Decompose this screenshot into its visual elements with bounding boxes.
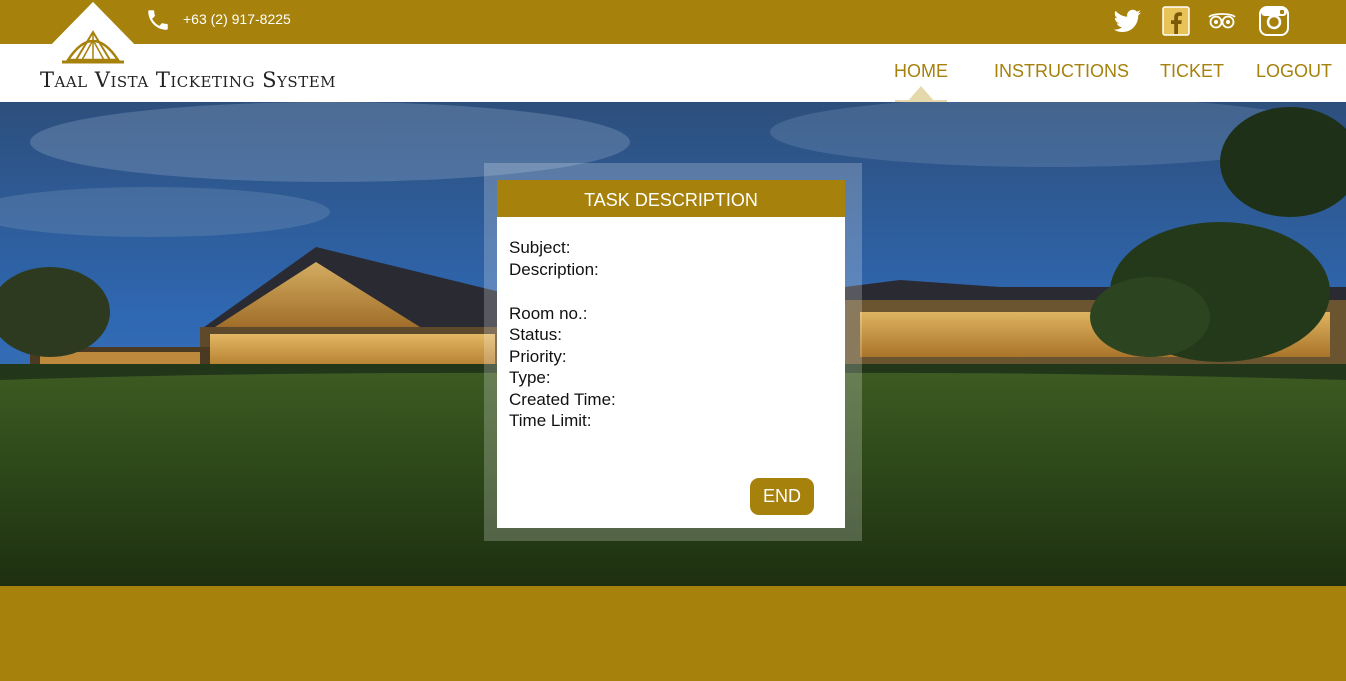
facebook-icon[interactable] bbox=[1161, 5, 1193, 37]
nav-ticket[interactable]: TICKET bbox=[1160, 61, 1224, 82]
tripadvisor-icon[interactable] bbox=[1206, 5, 1238, 37]
description-label: Description: bbox=[509, 260, 599, 279]
task-panel-title: TASK DESCRIPTION bbox=[497, 180, 845, 217]
taal-vista-logo-icon bbox=[48, 2, 138, 64]
end-button[interactable]: END bbox=[750, 478, 814, 515]
nav-instructions[interactable]: INSTRUCTIONS bbox=[994, 61, 1129, 82]
instagram-icon[interactable] bbox=[1258, 5, 1290, 37]
type-label: Type: bbox=[509, 368, 551, 387]
time-limit-label: Time Limit: bbox=[509, 411, 592, 430]
active-nav-indicator bbox=[895, 86, 947, 102]
room-label: Room no.: bbox=[509, 304, 588, 323]
priority-label: Priority: bbox=[509, 347, 567, 366]
phone-number: +63 (2) 917-8225 bbox=[183, 11, 291, 27]
nav-logout[interactable]: LOGOUT bbox=[1256, 61, 1332, 82]
nav-home[interactable]: HOME bbox=[894, 61, 948, 82]
subject-label: Subject: bbox=[509, 238, 571, 257]
created-time-label: Created Time: bbox=[509, 390, 616, 409]
top-bar: +63 (2) 917-8225 bbox=[0, 0, 1346, 44]
twitter-icon[interactable] bbox=[1111, 5, 1143, 37]
task-panel: TASK DESCRIPTION Subject: Description: R… bbox=[497, 180, 845, 528]
phone-icon bbox=[148, 10, 168, 30]
footer-bar bbox=[0, 586, 1346, 681]
status-label: Status: bbox=[509, 325, 562, 344]
site-brand[interactable]: Taal Vista Ticketing System bbox=[40, 68, 336, 92]
